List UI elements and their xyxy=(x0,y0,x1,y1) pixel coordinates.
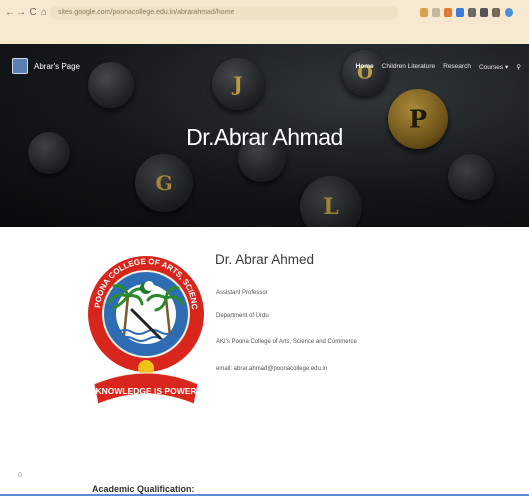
site-brand-label: Abrar's Page xyxy=(34,61,80,71)
profile-designation: Assistant Professor xyxy=(216,290,268,296)
nav-courses[interactable]: Courses ▾ xyxy=(479,63,508,71)
profile-email[interactable]: email: abrar.ahmad@poonacollege.edu.in xyxy=(216,366,327,372)
extension-icon[interactable] xyxy=(480,8,488,17)
search-icon[interactable]: ⚲ xyxy=(516,63,521,71)
profile-department: Department of Urdu xyxy=(216,313,269,319)
section-heading: Academic Qualification: xyxy=(92,484,195,494)
site-logo-icon xyxy=(12,58,28,74)
nav-research[interactable]: Research xyxy=(443,63,471,71)
college-logo: POONA COLLEGE OF ARTS, SCIENCE & COMMERC… xyxy=(86,244,204,405)
profile-college: AKI's Poona College of Arts, Science and… xyxy=(216,339,357,345)
bottom-divider xyxy=(0,494,529,496)
address-bar[interactable]: sites.google.com/poonacollege.edu.in/abr… xyxy=(50,6,398,20)
nav-children-literature[interactable]: Children Literature xyxy=(382,63,435,71)
hero-banner: J P O G L Abrar's Page Home Children Lit… xyxy=(0,44,529,227)
extension-icon[interactable] xyxy=(420,8,428,17)
forward-icon[interactable]: → xyxy=(15,7,27,19)
extension-icon[interactable] xyxy=(468,8,476,17)
top-navigation: Home Children Literature Research Course… xyxy=(356,63,521,71)
browser-toolbar: ← → C ⌂ sites.google.com/poonacollege.ed… xyxy=(0,0,529,45)
extension-icon[interactable] xyxy=(432,8,440,17)
profile-name: Dr. Abrar Ahmed xyxy=(215,252,315,267)
extension-icon[interactable] xyxy=(456,8,464,17)
site-brand[interactable]: Abrar's Page xyxy=(12,58,80,74)
logo-motto: KNOWLEDGE IS POWER xyxy=(95,386,196,396)
home-icon[interactable]: ⌂ xyxy=(38,7,50,19)
nav-home[interactable]: Home xyxy=(356,63,374,71)
extension-icon[interactable] xyxy=(444,8,452,17)
extension-icon[interactable] xyxy=(492,8,500,17)
profile-avatar[interactable] xyxy=(505,8,513,17)
hero-title: Dr.Abrar Ahmad xyxy=(186,124,343,150)
side-number: 0 xyxy=(18,472,22,479)
